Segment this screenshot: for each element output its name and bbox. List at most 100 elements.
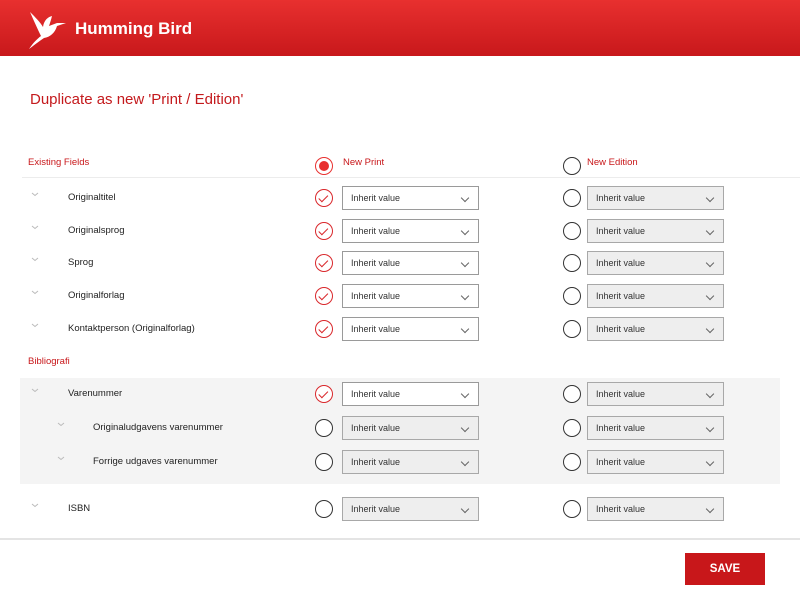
dropdown-value: Inherit value bbox=[596, 193, 646, 203]
new-print-radio[interactable] bbox=[315, 453, 333, 471]
new-print-radio[interactable] bbox=[315, 385, 333, 403]
dropdown-value: Inherit value bbox=[351, 389, 401, 399]
footer-divider bbox=[0, 538, 800, 540]
new-edition-radio[interactable] bbox=[563, 189, 581, 207]
chevron-down-icon bbox=[705, 258, 715, 268]
chevron-down-icon bbox=[705, 226, 715, 236]
new-print-dropdown[interactable]: Inherit value bbox=[342, 317, 479, 341]
new-edition-dropdown[interactable]: Inherit value bbox=[587, 219, 724, 243]
new-edition-dropdown[interactable]: Inherit value bbox=[587, 284, 724, 308]
new-print-radio[interactable] bbox=[315, 320, 333, 338]
field-label: Originaludgavens varenummer bbox=[93, 422, 223, 433]
new-print-radio[interactable] bbox=[315, 500, 333, 518]
chevron-down-icon bbox=[460, 504, 470, 514]
dropdown-value: Inherit value bbox=[596, 389, 646, 399]
dropdown-value: Inherit value bbox=[351, 291, 401, 301]
dropdown-value: Inherit value bbox=[351, 504, 401, 514]
chevron-down-icon[interactable] bbox=[30, 254, 40, 264]
new-edition-select-all-radio[interactable] bbox=[563, 157, 581, 175]
new-edition-dropdown[interactable]: Inherit value bbox=[587, 186, 724, 210]
new-edition-radio[interactable] bbox=[563, 320, 581, 338]
dropdown-value: Inherit value bbox=[596, 324, 646, 334]
new-print-dropdown[interactable]: Inherit value bbox=[342, 416, 479, 440]
field-label: Forrige udgaves varenummer bbox=[93, 456, 218, 467]
field-row: Kontaktperson (Originalforlag) Inherit va… bbox=[0, 317, 800, 341]
dropdown-value: Inherit value bbox=[596, 226, 646, 236]
chevron-down-icon bbox=[705, 193, 715, 203]
dropdown-value: Inherit value bbox=[596, 504, 646, 514]
dropdown-value: Inherit value bbox=[351, 324, 401, 334]
chevron-down-icon bbox=[460, 324, 470, 334]
chevron-down-icon[interactable] bbox=[56, 419, 66, 429]
field-row: Sprog Inherit value Inherit value bbox=[0, 251, 800, 275]
field-row: Originaludgavens varenummer Inherit value… bbox=[0, 416, 800, 440]
field-label: Kontaktperson (Originalforlag) bbox=[68, 323, 195, 334]
chevron-down-icon bbox=[705, 389, 715, 399]
chevron-down-icon[interactable] bbox=[30, 222, 40, 232]
chevron-down-icon bbox=[705, 504, 715, 514]
new-edition-radio[interactable] bbox=[563, 453, 581, 471]
field-label: Originalforlag bbox=[68, 290, 125, 301]
new-print-radio[interactable] bbox=[315, 254, 333, 272]
existing-fields-heading: Existing Fields bbox=[28, 157, 90, 168]
app-header: Humming Bird bbox=[0, 0, 800, 56]
new-edition-radio[interactable] bbox=[563, 419, 581, 437]
field-row: Varenummer Inherit value Inherit value bbox=[0, 382, 800, 406]
new-print-dropdown[interactable]: Inherit value bbox=[342, 219, 479, 243]
field-row: Forrige udgaves varenummer Inherit value I… bbox=[0, 450, 800, 474]
new-edition-dropdown[interactable]: Inherit value bbox=[587, 317, 724, 341]
field-row: Originaltitel Inherit value Inherit value bbox=[0, 186, 800, 210]
save-button[interactable]: SAVE bbox=[685, 553, 765, 585]
new-print-select-all-radio[interactable] bbox=[315, 157, 333, 175]
chevron-down-icon bbox=[460, 389, 470, 399]
new-print-dropdown[interactable]: Inherit value bbox=[342, 186, 479, 210]
chevron-down-icon bbox=[705, 457, 715, 467]
dropdown-value: Inherit value bbox=[351, 457, 401, 467]
new-edition-radio[interactable] bbox=[563, 287, 581, 305]
new-print-radio[interactable] bbox=[315, 419, 333, 437]
chevron-down-icon[interactable] bbox=[30, 500, 40, 510]
field-row: Originalsprog Inherit value Inherit value bbox=[0, 219, 800, 243]
dropdown-value: Inherit value bbox=[351, 423, 401, 433]
new-edition-heading: New Edition bbox=[587, 157, 638, 168]
app-title: Humming Bird bbox=[75, 19, 193, 38]
hummingbird-logo-icon bbox=[29, 12, 66, 49]
new-edition-dropdown[interactable]: Inherit value bbox=[587, 497, 724, 521]
new-edition-dropdown[interactable]: Inherit value bbox=[587, 251, 724, 275]
new-print-dropdown[interactable]: Inherit value bbox=[342, 450, 479, 474]
chevron-down-icon[interactable] bbox=[30, 189, 40, 199]
new-edition-radio[interactable] bbox=[563, 222, 581, 240]
new-edition-dropdown[interactable]: Inherit value bbox=[587, 382, 724, 406]
dropdown-value: Inherit value bbox=[351, 193, 401, 203]
dropdown-value: Inherit value bbox=[596, 457, 646, 467]
new-print-dropdown[interactable]: Inherit value bbox=[342, 251, 479, 275]
dropdown-value: Inherit value bbox=[596, 291, 646, 301]
field-row: Originalforlag Inherit value Inherit value bbox=[0, 284, 800, 308]
chevron-down-icon[interactable] bbox=[30, 385, 40, 395]
new-print-dropdown[interactable]: Inherit value bbox=[342, 497, 479, 521]
header-divider bbox=[22, 177, 800, 178]
new-print-radio[interactable] bbox=[315, 189, 333, 207]
new-print-dropdown[interactable]: Inherit value bbox=[342, 284, 479, 308]
dropdown-value: Inherit value bbox=[351, 258, 401, 268]
new-edition-dropdown[interactable]: Inherit value bbox=[587, 416, 724, 440]
page-title: Duplicate as new 'Print / Edition' bbox=[30, 91, 244, 108]
bibliografi-heading: Bibliografi bbox=[28, 356, 70, 367]
field-label: Varenummer bbox=[68, 388, 123, 399]
new-edition-radio[interactable] bbox=[563, 500, 581, 518]
chevron-down-icon bbox=[705, 324, 715, 334]
new-print-radio[interactable] bbox=[315, 287, 333, 305]
chevron-down-icon[interactable] bbox=[30, 320, 40, 330]
chevron-down-icon bbox=[460, 457, 470, 467]
field-label: Originaltitel bbox=[68, 192, 116, 203]
new-edition-radio[interactable] bbox=[563, 385, 581, 403]
new-print-radio[interactable] bbox=[315, 222, 333, 240]
new-edition-dropdown[interactable]: Inherit value bbox=[587, 450, 724, 474]
new-print-dropdown[interactable]: Inherit value bbox=[342, 382, 479, 406]
chevron-down-icon[interactable] bbox=[56, 453, 66, 463]
new-edition-radio[interactable] bbox=[563, 254, 581, 272]
dropdown-value: Inherit value bbox=[596, 258, 646, 268]
chevron-down-icon[interactable] bbox=[30, 287, 40, 297]
new-print-heading: New Print bbox=[343, 157, 385, 168]
dropdown-value: Inherit value bbox=[596, 423, 646, 433]
